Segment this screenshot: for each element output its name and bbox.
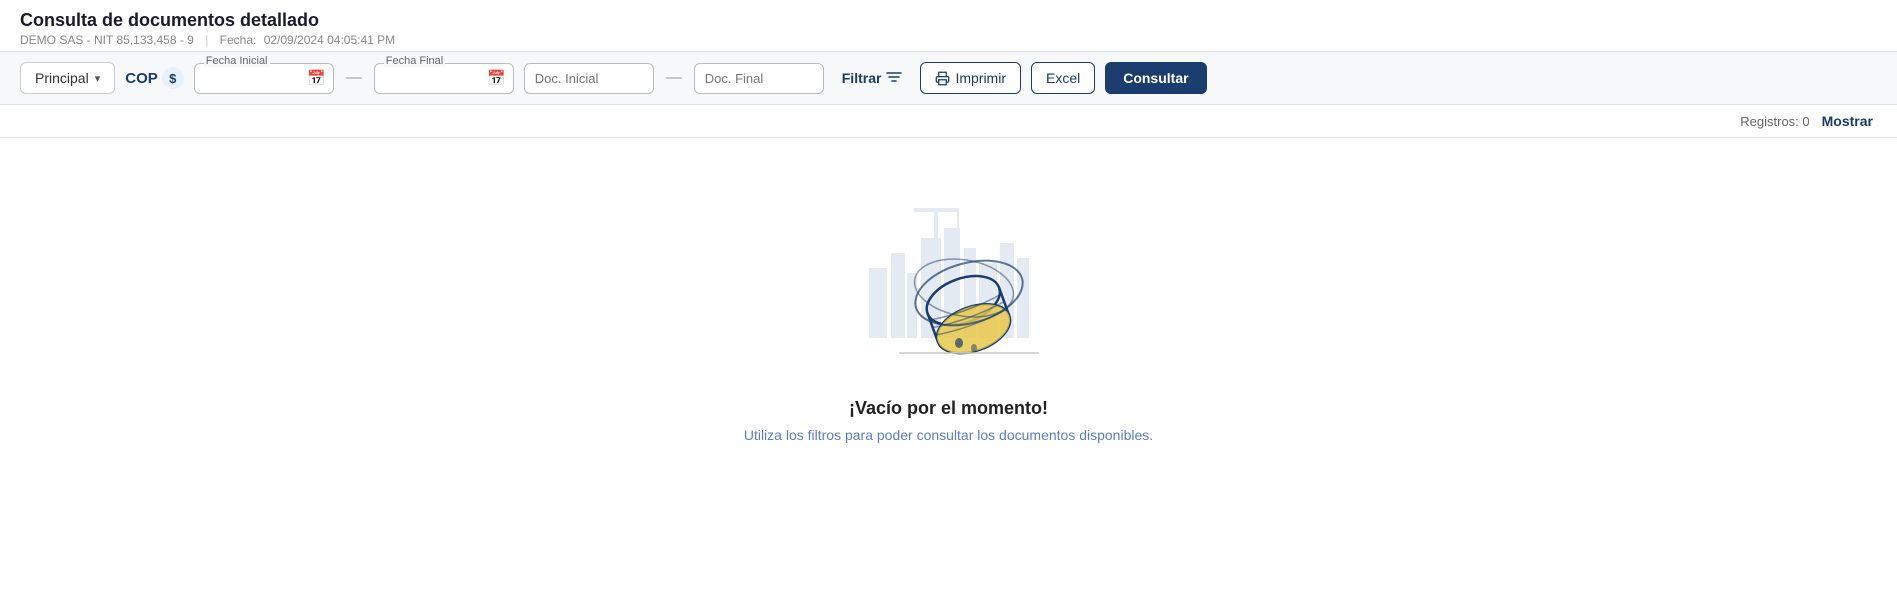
currency-selector[interactable]: COP $ [125,67,184,89]
page-title: Consulta de documentos detallado [20,10,1877,31]
empty-illustration [839,178,1059,378]
doc-final-field [694,63,824,94]
registros-count: Registros: 0 [1740,114,1809,129]
company-name: DEMO SAS - NIT 85,133,458 - 9 [20,33,194,47]
page-subtitle: DEMO SAS - NIT 85,133,458 - 9 | Fecha: 0… [20,33,1877,47]
doc-inicial-field [524,63,654,94]
principal-label: Principal [35,70,89,86]
consultar-label: Consultar [1123,70,1188,86]
results-bar: Registros: 0 Mostrar [0,105,1897,138]
page-header: Consulta de documentos detallado DEMO SA… [0,0,1897,52]
print-icon [935,71,950,86]
date-range-separator: — [346,69,362,87]
filtrar-button[interactable]: Filtrar [834,63,911,93]
mostrar-button[interactable]: Mostrar [1822,113,1873,129]
filter-icon [886,70,902,86]
fecha-final-input[interactable]: 02/09/2024 [374,63,514,94]
empty-title: ¡Vacío por el momento! [849,398,1048,419]
excel-label: Excel [1046,70,1080,86]
excel-button[interactable]: Excel [1031,62,1095,94]
filtrar-label: Filtrar [842,70,882,86]
fecha-final-field: Fecha Final 02/09/2024 📅 [374,63,514,94]
date-label: Fecha: [220,33,257,47]
subtitle-divider: | [205,33,208,47]
chevron-down-icon: ▾ [95,72,101,85]
fecha-inicial-input[interactable]: 01/09/2024 [194,63,334,94]
consultar-button[interactable]: Consultar [1105,62,1206,94]
currency-code: COP [125,70,158,87]
currency-icon: $ [162,67,184,89]
empty-state: ¡Vacío por el momento! Utiliza los filtr… [0,138,1897,503]
date-value: 02/09/2024 04:05:41 PM [264,33,395,47]
empty-subtitle: Utiliza los filtros para poder consultar… [744,427,1153,443]
doc-inicial-input[interactable] [524,63,654,94]
fecha-final-label: Fecha Final [384,55,445,67]
doc-range-separator: — [666,69,682,87]
toolbar: Principal ▾ COP $ Fecha Inicial 01/09/20… [0,52,1897,105]
imprimir-label: Imprimir [955,70,1006,86]
imprimir-button[interactable]: Imprimir [920,62,1021,94]
principal-dropdown[interactable]: Principal ▾ [20,62,115,94]
fecha-inicial-label: Fecha Inicial [204,55,270,67]
doc-final-input[interactable] [694,63,824,94]
fecha-inicial-field: Fecha Inicial 01/09/2024 📅 [194,63,334,94]
